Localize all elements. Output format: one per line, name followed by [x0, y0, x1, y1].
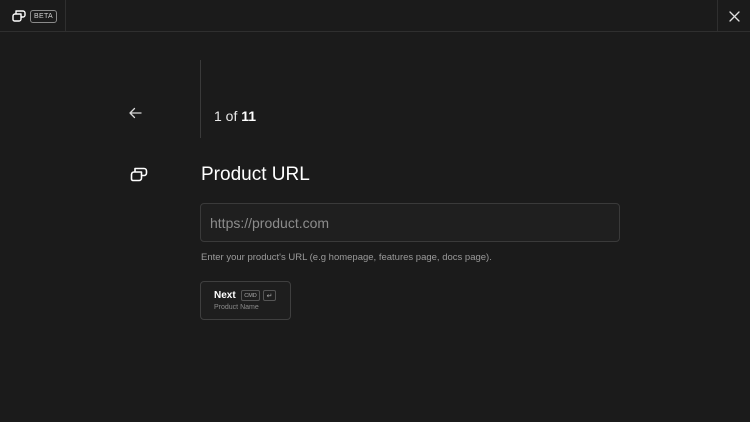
brand: BETA — [0, 0, 66, 32]
step-current: 1 of — [214, 108, 238, 124]
top-bar: BETA — [0, 0, 750, 32]
enter-key-icon: ↵ — [263, 290, 276, 301]
question-title: Product URL — [201, 164, 310, 185]
close-icon — [728, 10, 740, 22]
vertical-divider — [200, 60, 201, 138]
brand-logo-icon — [12, 10, 26, 22]
arrow-left-icon — [129, 107, 142, 119]
step-total: 11 — [241, 108, 257, 124]
brand-logo-icon — [130, 167, 148, 182]
next-label: Next — [214, 290, 236, 301]
step-counter: 1 of 11 — [214, 108, 256, 124]
beta-badge: BETA — [30, 10, 57, 23]
close-button[interactable] — [717, 0, 750, 32]
next-step-name: Product Name — [214, 304, 259, 311]
product-url-input[interactable] — [200, 203, 620, 242]
helper-text: Enter your product's URL (e.g homepage, … — [201, 252, 492, 263]
next-button[interactable]: Next CMD ↵ Product Name — [200, 281, 291, 320]
back-button[interactable] — [126, 104, 144, 122]
cmd-key-hint: CMD — [241, 290, 260, 301]
